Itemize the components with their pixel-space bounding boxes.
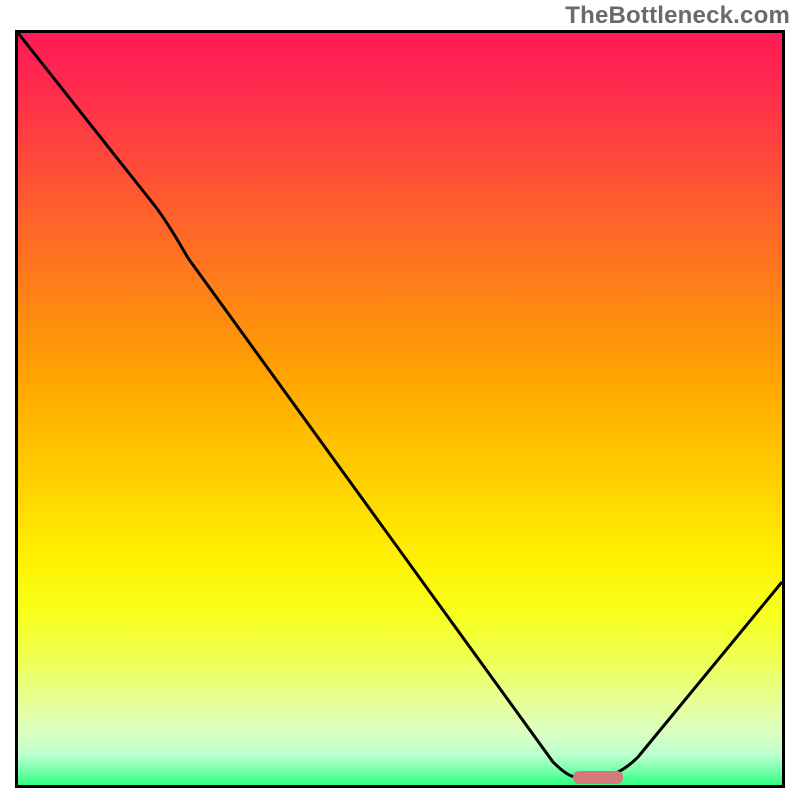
- curve-svg: [18, 33, 782, 785]
- chart-container: TheBottleneck.com: [0, 0, 800, 800]
- plot-area: [15, 30, 785, 788]
- bottleneck-curve-path: [18, 33, 782, 777]
- optimal-red-bar: [573, 771, 623, 784]
- watermark-text: TheBottleneck.com: [565, 2, 790, 30]
